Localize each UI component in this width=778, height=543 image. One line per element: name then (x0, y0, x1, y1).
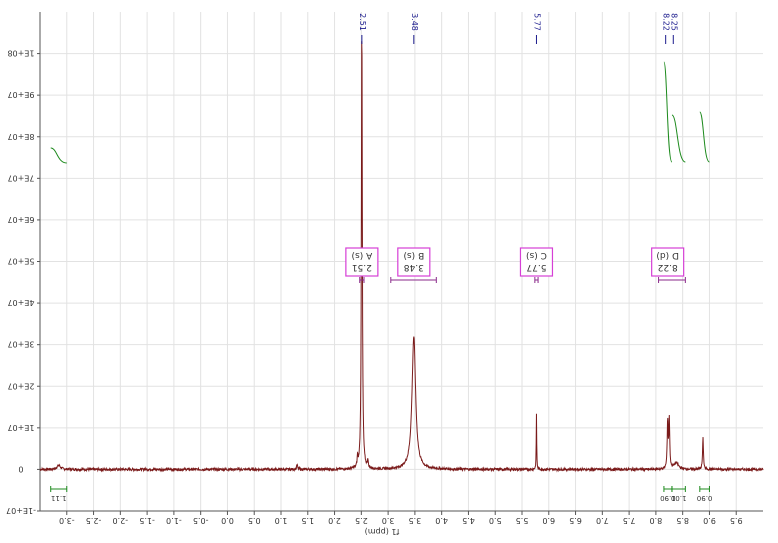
x-tick-label: 0.5 (248, 516, 261, 525)
x-tick-label: -2.5 (86, 516, 102, 525)
multiplet-shift: 3.48 (404, 262, 424, 272)
y-tick-label: 4E+07 (7, 298, 34, 307)
x-tick-label: 9.0 (703, 516, 716, 525)
x-tick-label: 6.0 (542, 516, 555, 525)
y-tick-label: 6E+07 (7, 215, 34, 224)
x-tick-label: 2.5 (355, 516, 368, 525)
x-tick-label: 3.0 (382, 516, 395, 525)
x-tick-label: 9.5 (730, 516, 743, 525)
peak-label: 3.48 (410, 13, 419, 31)
multiplet-shift: 2.51 (352, 262, 372, 272)
x-tick-label: 7.0 (596, 516, 609, 525)
multiplet-shift: 5.77 (526, 262, 546, 272)
x-tick-label: 8.0 (650, 516, 663, 525)
peak-labels: 2.51 3.48 5.77 8.228.25 (358, 13, 678, 44)
y-tick-label: 8E+07 (7, 132, 34, 141)
x-tick-labels: -3.0 -2.5 -2.0 -1.5 -1.0 -0.5 0.0 0.5 1.0 1.5 2.0 2… (59, 516, 743, 525)
y-tick-label: 5E+07 (7, 257, 34, 266)
integral-curve (50, 147, 67, 164)
nmr-spectrum-chart: 1.11 1.901.00 0.90 A (s)2.51B (s)3.48C (s)… (6, 12, 764, 536)
x-tick-label: 1.0 (275, 516, 288, 525)
multiplet-label: B (s) (403, 250, 424, 260)
peak-label: 8.25 (669, 13, 678, 31)
x-tick-label: 4.0 (435, 516, 448, 525)
multiplet-boxes: A (s) 2.51 B (s) 3.48 C (s) 5.77 D (d) 8.22 (345, 247, 686, 283)
x-tick-label: -1.0 (166, 516, 182, 525)
y-tick-label: 3E+07 (7, 340, 34, 349)
x-tick-label: 2.0 (328, 516, 341, 525)
x-tick-label: 5.0 (489, 516, 502, 525)
y-tick-label: 2E+07 (7, 381, 34, 390)
x-tick-label: -3.0 (59, 516, 75, 525)
integral-curve (663, 61, 673, 163)
x-tick-label: 8.5 (676, 516, 689, 525)
y-tick-label: -1E+07 (6, 506, 36, 515)
x-tick-label: 1.5 (301, 516, 314, 525)
y-tick-labels: -1E+07 0 1E+07 2E+07 3E+07 4E+07 5E+07 6E+07 7E+… (6, 49, 36, 515)
integral-curve (671, 114, 686, 163)
x-axis-title: f1 (ppm) (365, 527, 400, 536)
integral-layer: 1.11 1.901.00 0.90 (50, 61, 713, 502)
x-tick-label: 6.5 (569, 516, 582, 525)
x-tick-label: 4.5 (462, 516, 475, 525)
multiplet-label: D (d) (656, 250, 679, 260)
multiplet-label: C (s) (526, 250, 547, 260)
y-tick-label: 1E+07 (7, 423, 34, 432)
integral-label: 1.11 (51, 494, 67, 502)
x-tick-label: 7.5 (623, 516, 636, 525)
integral-label: 1.00 (671, 494, 687, 502)
y-tick-label: 9E+07 (7, 90, 34, 99)
x-tick-label: -0.5 (193, 516, 209, 525)
x-tick-label: 0.0 (221, 516, 234, 525)
x-tick-label: 5.5 (516, 516, 529, 525)
integral-label: 0.90 (697, 494, 713, 502)
x-tick-label: -1.5 (139, 516, 155, 525)
peak-label: 5.77 (532, 13, 541, 31)
y-tick-label: 7E+07 (7, 173, 34, 182)
multiplet-shift: 8.22 (658, 262, 678, 272)
multiplet-label: A (s) (352, 250, 373, 260)
peak-label: 2.51 (358, 13, 367, 31)
y-tick-label: 1E+08 (7, 49, 34, 58)
x-tick-label: 3.5 (409, 516, 422, 525)
x-tick-label: -2.0 (113, 516, 129, 525)
y-tick-label: 0 (18, 464, 23, 473)
